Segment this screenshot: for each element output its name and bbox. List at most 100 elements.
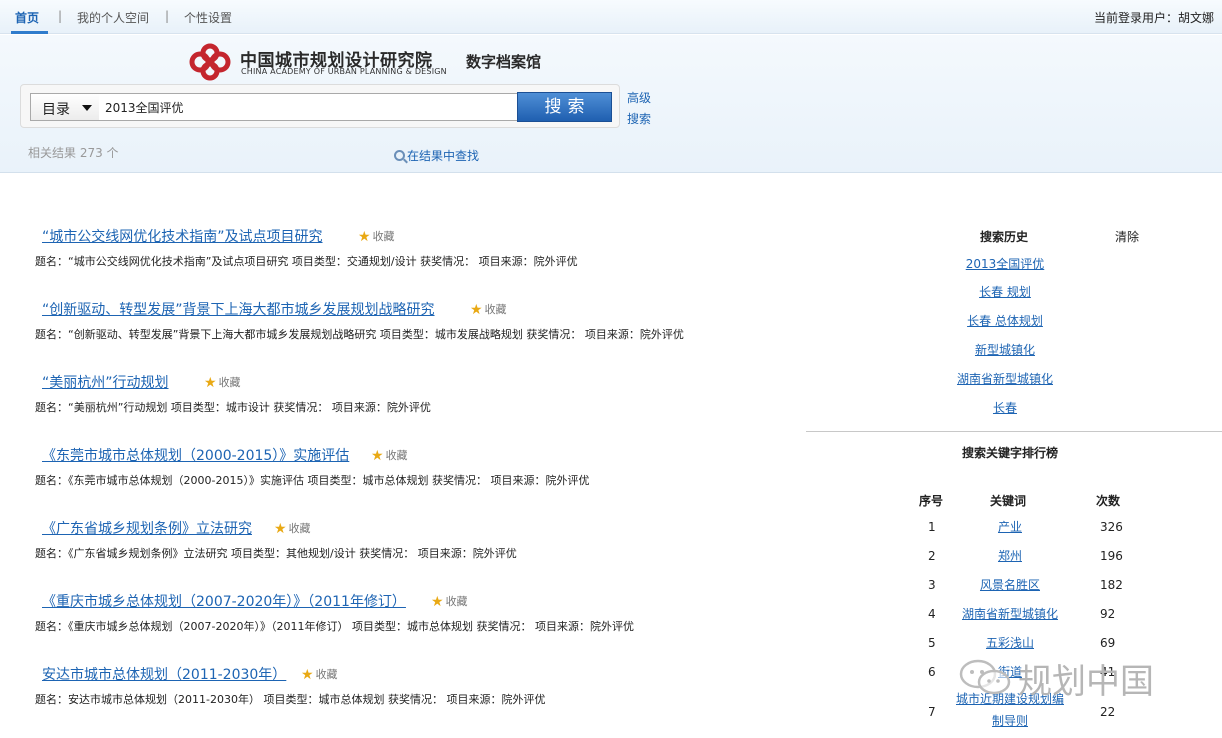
- favorite-label: 收藏: [385, 449, 408, 462]
- result-description: 题名：“创新驱动、转型发展”背景下上海大都市城乡发展规划战略研究 项目类型：城市…: [35, 328, 684, 341]
- nav-home[interactable]: 首页: [15, 9, 39, 26]
- history-item[interactable]: 长春: [905, 399, 1105, 416]
- favorite-label: 收藏: [445, 595, 468, 608]
- rank-keyword-link[interactable]: 郑州: [955, 545, 1065, 567]
- search-history-title: 搜索历史: [980, 230, 1029, 244]
- favorite-button[interactable]: ★ 收藏: [358, 228, 395, 245]
- search-scope-value: 目录: [42, 102, 70, 118]
- nav-separator: |: [165, 9, 170, 23]
- academy-logo-icon: [189, 43, 231, 81]
- result-title-link[interactable]: 《东莞市城市总体规划（2000-2015）》实施评估: [42, 445, 349, 465]
- magnifier-icon: [394, 150, 405, 161]
- result-title-link[interactable]: “创新驱动、转型发展”背景下上海大都市城乡发展规划战略研究: [42, 299, 435, 319]
- favorite-button[interactable]: ★ 收藏: [274, 520, 311, 537]
- current-user: 当前登录用户：胡文娜: [1093, 11, 1214, 25]
- keyword-ranking-title: 搜索关键字排行榜: [961, 446, 1058, 460]
- search-within-label: 在结果中查找: [407, 149, 480, 163]
- result-description: 题名：《广东省城乡规划条例》立法研究 项目类型：其他规划/设计 获奖情况： 项目…: [35, 547, 517, 560]
- panel-divider: [806, 431, 1222, 432]
- result-item: “美丽杭州”行动规划 ★ 收藏 题名：“美丽杭州”行动规划 项目类型：城市设计 获…: [0, 372, 800, 422]
- archive-name: 数字档案馆: [466, 53, 542, 71]
- result-item: 《东莞市城市总体规划（2000-2015）》实施评估 ★ 收藏 题名：《东莞市城市…: [0, 445, 800, 495]
- search-header: 中国城市规划设计研究院 CHINA ACADEMY OF URBAN PLANN…: [0, 35, 1222, 173]
- rank-keyword-link[interactable]: 风景名胜区: [955, 574, 1065, 596]
- history-item[interactable]: 长春 总体规划: [905, 312, 1105, 329]
- watermark-text: 规划中国: [1018, 662, 1154, 702]
- result-item: 《重庆市城乡总体规划（2007-2020年）》（2011年修订） ★ 收藏 题名：…: [0, 591, 800, 641]
- nav-my-space[interactable]: 我的个人空间: [77, 9, 149, 26]
- star-icon: ★: [274, 521, 287, 537]
- search-within-results-link[interactable]: 在结果中查找: [394, 147, 479, 164]
- academy-logo: 中国城市规划设计研究院 CHINA ACADEMY OF URBAN PLANN…: [186, 43, 586, 83]
- result-title-link[interactable]: 《广东省城乡规划条例》立法研究: [42, 518, 252, 538]
- rank-col-no: 序号: [919, 494, 944, 508]
- rank-col-count: 次数: [1096, 494, 1121, 508]
- rank-count: 182: [1100, 578, 1123, 592]
- nav-settings[interactable]: 个性设置: [184, 9, 232, 26]
- star-icon: ★: [358, 229, 371, 245]
- result-description: 题名：《重庆市城乡总体规划（2007-2020年）》（2011年修订） 项目类型…: [35, 620, 634, 633]
- star-icon: ★: [371, 448, 384, 464]
- rank-number: 6: [928, 665, 936, 679]
- watermark: 规划中国: [958, 652, 1198, 704]
- favorite-button[interactable]: ★ 收藏: [301, 666, 338, 683]
- result-title-link[interactable]: “美丽杭州”行动规划: [42, 372, 169, 392]
- search-button[interactable]: 搜索: [517, 92, 612, 122]
- favorite-label: 收藏: [372, 230, 395, 243]
- result-title-link[interactable]: “城市公交线网优化技术指南”及试点项目研究: [42, 226, 323, 246]
- result-item: 《广东省城乡规划条例》立法研究 ★ 收藏 题名：《广东省城乡规划条例》立法研究 项…: [0, 518, 800, 568]
- favorite-label: 收藏: [218, 376, 241, 389]
- chat-bubble-icon: [959, 659, 1011, 695]
- star-icon: ★: [431, 594, 444, 610]
- result-title-link[interactable]: 《重庆市城乡总体规划（2007-2020年）》（2011年修订）: [42, 591, 406, 611]
- star-icon: ★: [470, 302, 483, 318]
- search-scope-select[interactable]: 目录: [30, 93, 100, 121]
- result-description: 题名：“美丽杭州”行动规划 项目类型：城市设计 获奖情况： 项目来源：院外评优: [35, 401, 431, 414]
- rank-keyword-link[interactable]: 湖南省新型城镇化: [955, 603, 1065, 625]
- rank-keyword-link[interactable]: 产业: [955, 516, 1065, 538]
- history-item[interactable]: 2013全国评优: [905, 255, 1105, 272]
- history-item[interactable]: 新型城镇化: [905, 341, 1105, 358]
- search-input[interactable]: [99, 93, 518, 121]
- academy-name-en: CHINA ACADEMY OF URBAN PLANNING & DESIGN: [241, 67, 447, 76]
- rank-number: 2: [928, 549, 936, 563]
- history-item[interactable]: 长春 规划: [905, 283, 1105, 300]
- rank-count: 69: [1100, 636, 1116, 650]
- favorite-label: 收藏: [315, 668, 338, 681]
- search-box: 目录 搜索: [20, 84, 620, 128]
- rank-number: 7: [928, 705, 936, 719]
- top-nav: 首页 | 我的个人空间 | 个性设置 当前登录用户：胡文娜: [0, 0, 1222, 34]
- rank-number: 3: [928, 578, 936, 592]
- rank-count: 326: [1100, 520, 1123, 534]
- favorite-button[interactable]: ★ 收藏: [204, 374, 241, 391]
- rank-count: 22: [1100, 705, 1116, 719]
- nav-separator: |: [58, 9, 63, 23]
- rank-number: 1: [928, 520, 936, 534]
- rank-count: 92: [1100, 607, 1116, 621]
- result-description: 题名：《东莞市城市总体规划（2000-2015）》实施评估 项目类型：城市总体规…: [35, 474, 590, 487]
- rank-keyword-link[interactable]: 五彩浅山: [955, 632, 1065, 654]
- clear-history-button[interactable]: 清除: [1115, 228, 1139, 245]
- result-item: “城市公交线网优化技术指南”及试点项目研究 ★ 收藏 题名：“城市公交线网优化技术…: [0, 226, 800, 276]
- favorite-button[interactable]: ★ 收藏: [431, 593, 468, 610]
- result-count: 相关结果 273 个: [28, 146, 119, 160]
- favorite-button[interactable]: ★ 收藏: [371, 447, 408, 464]
- result-title-link[interactable]: 安达市城市总体规划（2011-2030年）: [42, 664, 286, 684]
- result-item: “创新驱动、转型发展”背景下上海大都市城乡发展规划战略研究 ★ 收藏 题名：“创新…: [0, 299, 800, 349]
- result-description: 题名：安达市城市总体规划（2011-2030年） 项目类型：城市总体规划 获奖情…: [35, 693, 546, 706]
- caret-down-icon: [82, 105, 92, 111]
- nav-active-indicator: [11, 31, 48, 34]
- rank-number: 5: [928, 636, 936, 650]
- history-item[interactable]: 湖南省新型城镇化: [905, 370, 1105, 387]
- favorite-button[interactable]: ★ 收藏: [470, 301, 507, 318]
- advanced-search-link[interactable]: 高级搜索: [627, 88, 657, 130]
- rank-count: 196: [1100, 549, 1123, 563]
- star-icon: ★: [301, 667, 314, 683]
- result-description: 题名：“城市公交线网优化技术指南”及试点项目研究 项目类型：交通规划/设计 获奖…: [35, 255, 578, 268]
- rank-number: 4: [928, 607, 936, 621]
- ranking-row: 7 城市近期建设规划编制导则 22: [900, 692, 1200, 734]
- favorite-label: 收藏: [484, 303, 507, 316]
- rank-col-keyword: 关键词: [990, 494, 1027, 508]
- result-item: 安达市城市总体规划（2011-2030年） ★ 收藏 题名：安达市城市总体规划（2…: [0, 664, 800, 714]
- favorite-label: 收藏: [288, 522, 311, 535]
